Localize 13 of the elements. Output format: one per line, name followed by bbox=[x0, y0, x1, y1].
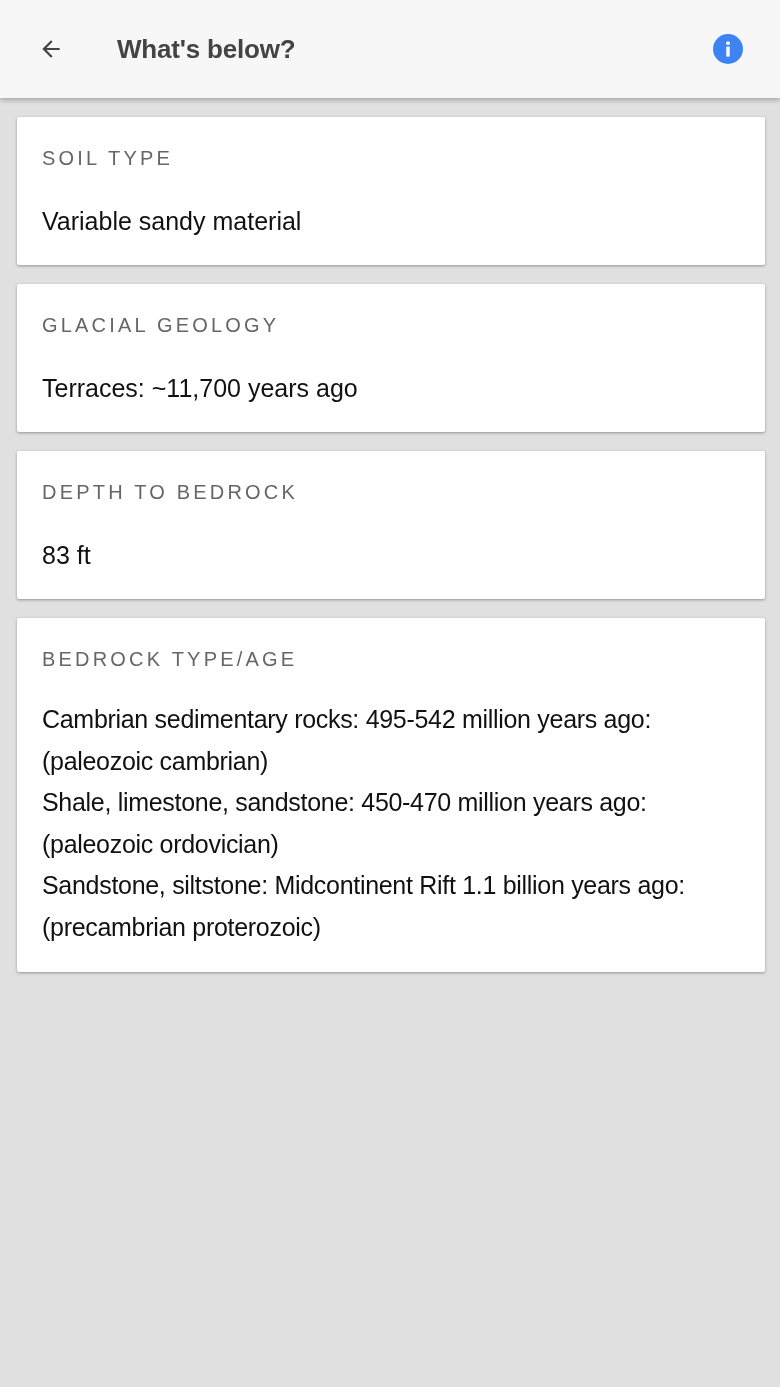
card-heading: SOIL TYPE bbox=[42, 146, 175, 170]
info-icon bbox=[713, 34, 743, 64]
card-heading: GLACIAL GEOLOGY bbox=[42, 313, 281, 337]
info-button[interactable] bbox=[713, 34, 743, 64]
card-heading: BEDROCK TYPE/AGE bbox=[42, 647, 299, 671]
card-value: Terraces: ~11,700 years ago bbox=[42, 373, 359, 404]
bedrock-entry: Shale, limestone, sandstone: 450-470 million years ago: (paleozoic ordovician) bbox=[42, 787, 648, 860]
card-heading: DEPTH TO BEDROCK bbox=[42, 480, 300, 504]
card-value: Variable sandy material bbox=[42, 206, 303, 237]
bedrock-entry: Sandstone, siltstone: Midcontinent Rift 1.1 billion years ago: (precambrian proterozoic) bbox=[42, 870, 686, 943]
bedrock-entry: Cambrian sedimentary rocks: 495-542 million years ago: (paleozoic cambrian) bbox=[42, 704, 653, 777]
page-title: What's below? bbox=[117, 32, 296, 66]
card-value: 83 ft bbox=[42, 540, 92, 571]
